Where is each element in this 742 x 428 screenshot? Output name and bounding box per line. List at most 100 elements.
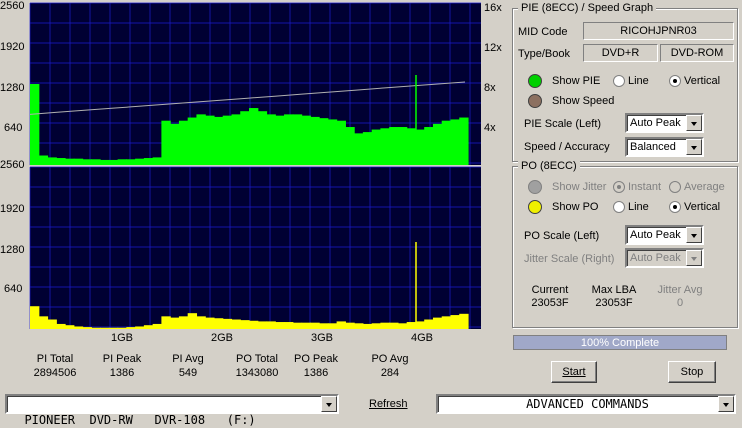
po-color-swatch[interactable] (528, 200, 542, 214)
chevron-down-icon[interactable] (686, 227, 702, 243)
refresh-link[interactable]: Refresh (369, 398, 408, 410)
stat-po-avg-value: 284 (380, 367, 400, 379)
pie-bar (345, 127, 355, 165)
pie-bar (47, 157, 57, 165)
pie-bar (362, 132, 373, 165)
x-tick-3gb: 3GB (311, 332, 334, 344)
jitter-instant-radio (613, 181, 625, 193)
po-bar (135, 326, 145, 329)
drive-select[interactable]: PIONEER DVD-RW DVR-108 (F:) (5, 394, 339, 427)
stat-po-avg-label: PO Avg (371, 353, 409, 365)
pie-bar (371, 129, 381, 165)
po-bar (91, 327, 101, 329)
show-po-label[interactable]: Show PO (552, 201, 598, 213)
pie-bar (126, 159, 136, 165)
po-bar (415, 321, 425, 329)
po-bar (266, 321, 276, 329)
po-bar (161, 316, 171, 329)
po-bar (406, 322, 417, 329)
pie-line-radio[interactable] (613, 75, 625, 87)
po-bar (213, 318, 224, 329)
stat-pi-avg-value: 549 (178, 367, 198, 379)
x-tick-4gb: 4GB (411, 332, 434, 344)
advanced-commands-select[interactable]: ADVANCED COMMANDS (436, 394, 736, 414)
book-value: DVD-ROM (660, 44, 734, 62)
pie-bar (275, 115, 285, 165)
current-value: 23053F (531, 297, 569, 309)
stat-pi-peak-value: 1386 (109, 367, 135, 379)
pie-bar (354, 133, 364, 165)
jitter-avg-value: 0 (676, 297, 684, 309)
pie-bar (397, 127, 408, 165)
pie-bar (82, 159, 92, 165)
chevron-down-icon[interactable] (321, 396, 337, 412)
pie-tick-3: 640 (4, 122, 23, 134)
po-bar (459, 313, 469, 329)
show-speed-label[interactable]: Show Speed (552, 95, 614, 107)
po-bar (152, 323, 162, 329)
pie-scale-select[interactable]: Auto Peak (625, 113, 704, 133)
speed-tick-0: 16x (484, 2, 502, 14)
pie-tick-2: 1280 (0, 82, 25, 94)
stat-po-peak-value: 1386 (303, 367, 329, 379)
scan-graph (29, 2, 481, 329)
pie-bar (231, 114, 241, 165)
jitter-average-radio (669, 181, 681, 193)
po-vertical-label: Vertical (684, 201, 721, 213)
pie-scale-value: Auto Peak (630, 117, 681, 129)
chevron-down-icon[interactable] (686, 115, 702, 131)
pie-vertical-radio[interactable] (669, 75, 681, 87)
pie-bar (205, 115, 215, 165)
chevron-down-icon[interactable] (718, 396, 734, 412)
po-bar (354, 323, 364, 329)
pie-bar (336, 120, 346, 165)
type-value: DVD+R (583, 44, 658, 62)
po-bar (362, 323, 373, 329)
stop-button[interactable]: Stop (668, 361, 716, 383)
x-tick-2gb: 2GB (211, 332, 234, 344)
pie-group-title: PIE (8ECC) / Speed Graph (518, 2, 657, 14)
jitter-scale-label: Jitter Scale (Right) (524, 253, 615, 265)
po-bar (240, 320, 250, 329)
po-bar (47, 319, 57, 329)
pie-bar (65, 158, 75, 165)
po-bar (143, 325, 154, 329)
po-bar (424, 319, 434, 329)
po-bar (336, 321, 346, 329)
pie-color-swatch[interactable] (528, 74, 542, 88)
pie-bar (459, 117, 469, 165)
po-bar (284, 322, 294, 329)
po-group-title: PO (8ECC) (518, 160, 580, 172)
po-tick-1: 1920 (0, 203, 25, 215)
mid-code-label: MID Code (518, 26, 568, 38)
po-plot-area (30, 167, 481, 329)
pie-bar (38, 155, 49, 165)
speed-accuracy-select[interactable]: Balanced (625, 137, 704, 157)
pie-bar (135, 158, 145, 165)
po-bar (450, 315, 460, 329)
pie-bar (222, 115, 233, 165)
start-button[interactable]: Start (551, 361, 597, 383)
show-pie-label[interactable]: Show PIE (552, 75, 600, 87)
po-bar (319, 323, 329, 329)
pie-bar (432, 123, 443, 165)
current-label: Current (531, 284, 569, 296)
pie-bar (213, 116, 224, 165)
po-line-radio[interactable] (613, 201, 625, 213)
po-bar (170, 317, 180, 329)
speed-color-swatch[interactable] (528, 94, 542, 108)
pie-bar (108, 159, 119, 165)
pie-bar (415, 129, 425, 165)
pie-bar (389, 127, 399, 165)
po-scale-select[interactable]: Auto Peak (625, 225, 704, 245)
stat-pi-total-value: 2894506 (33, 367, 77, 379)
chevron-down-icon[interactable] (686, 139, 702, 155)
pie-bar (257, 111, 268, 165)
pie-tick-0: 2560 (0, 0, 25, 12)
po-bar (73, 326, 84, 329)
po-vertical-radio[interactable] (669, 201, 681, 213)
stat-po-peak-label: PO Peak (293, 353, 339, 365)
jitter-instant-label: Instant (628, 181, 662, 193)
pie-bar (441, 120, 452, 165)
pie-bar (117, 159, 127, 165)
